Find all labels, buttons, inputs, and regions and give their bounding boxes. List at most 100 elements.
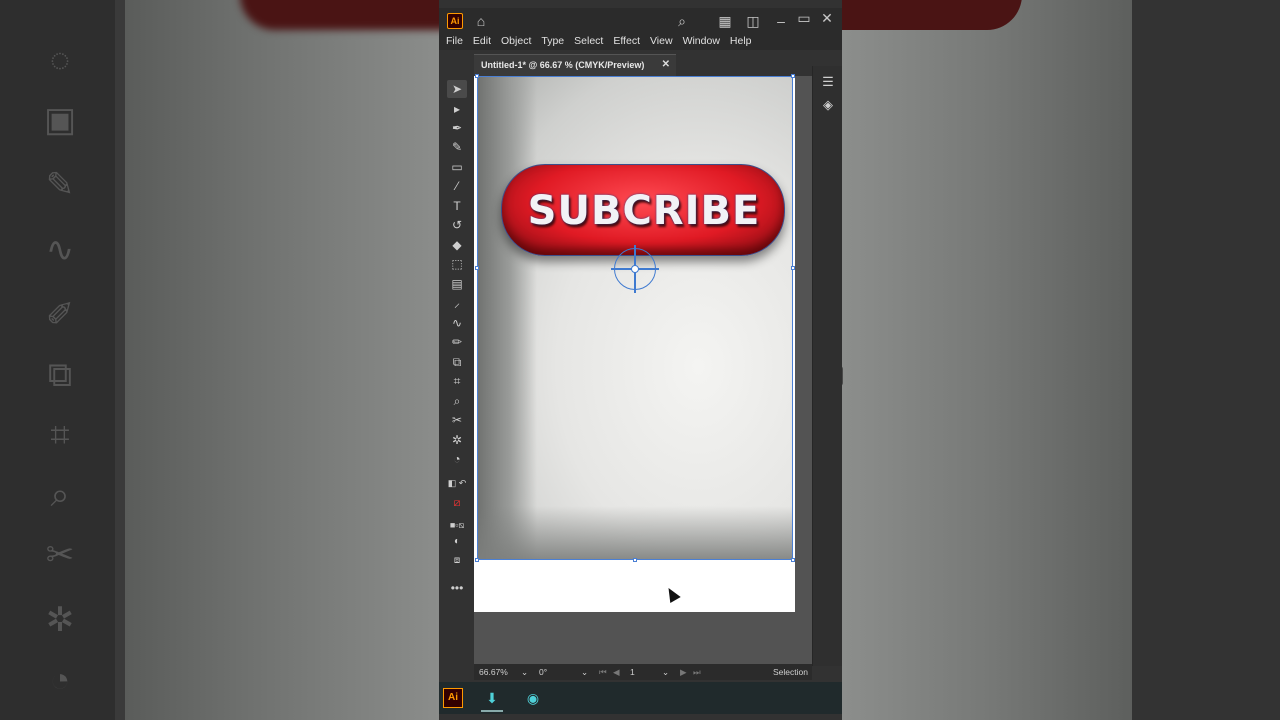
menu-window[interactable]: Window xyxy=(683,34,720,50)
blurred-background-right xyxy=(842,0,1280,720)
canvas-area[interactable]: SUBCRIBE xyxy=(474,74,843,664)
layers-panel-icon[interactable]: ◈ xyxy=(818,95,838,115)
rotation-dropdown-icon[interactable]: ⌄ xyxy=(581,664,588,680)
screen-mode-icon[interactable]: ⧈ xyxy=(447,552,467,570)
previous-artboard-icon[interactable]: ◀ xyxy=(613,664,620,680)
search-icon[interactable]: ⌕ xyxy=(672,11,692,31)
symbol-sprayer-tool-icon[interactable]: ✏ xyxy=(447,333,467,351)
title-bar: Ai ⌂ ⌕ ▦ ◫ – ▭ ✕ xyxy=(439,8,842,34)
center-point-crosshair[interactable] xyxy=(611,245,659,293)
resize-handle-bottom-left[interactable] xyxy=(475,558,479,562)
zoom-level[interactable]: 66.67% xyxy=(479,664,508,680)
zoom-dropdown-icon[interactable]: ⌄ xyxy=(521,664,528,680)
app-logo[interactable]: Ai xyxy=(447,13,463,29)
arrange-documents-icon[interactable]: ▦ xyxy=(715,11,735,31)
blurred-gradient-icon: ▣ xyxy=(43,101,77,139)
pen-tool-icon[interactable]: ✒ xyxy=(447,119,467,137)
paintbrush-tool-icon[interactable]: ⁄ xyxy=(447,177,467,195)
next-artboard-icon[interactable]: ▶ xyxy=(680,664,687,680)
selection-tool-icon[interactable]: ➤ xyxy=(447,80,467,98)
photo-shadow-bottom xyxy=(477,506,793,560)
menu-effect[interactable]: Effect xyxy=(613,34,640,50)
rectangle-tool-icon[interactable]: ▭ xyxy=(447,158,467,176)
blurred-red-shape-right xyxy=(842,0,1022,30)
resize-handle-middle-right[interactable] xyxy=(791,266,795,270)
blend-tool-icon[interactable]: ∿ xyxy=(447,314,467,332)
mouse-cursor-icon xyxy=(663,584,681,604)
eraser-tool-icon[interactable]: ◆ xyxy=(447,236,467,254)
resize-handle-top-left[interactable] xyxy=(475,74,479,78)
illustrator-window: Ai ⌂ ⌕ ▦ ◫ – ▭ ✕ File Edit Object Type S… xyxy=(439,0,843,720)
background-photo[interactable]: SUBCRIBE xyxy=(477,76,793,560)
blurred-background-left: ◌ ▣ ✎ ∿ ✐ ⧉ ⌗ ⌕ ✂ ✲ ◔ xyxy=(0,0,439,720)
resize-handle-bottom-right[interactable] xyxy=(791,558,795,562)
rotation-value[interactable]: 0° xyxy=(539,664,547,680)
blurred-canvas xyxy=(125,0,439,720)
properties-panel-icon[interactable]: ☰ xyxy=(818,72,838,92)
free-transform-tool-icon[interactable]: ⬚ xyxy=(447,255,467,273)
taskbar: Ai ⬇ ◉ xyxy=(439,682,842,714)
slice-tool-icon[interactable]: ✂ xyxy=(447,411,467,429)
subscribe-text: SUBCRIBE xyxy=(527,188,761,234)
taskbar-illustrator-icon[interactable]: Ai xyxy=(443,688,463,708)
blurred-red-shape xyxy=(240,0,439,30)
perspective-grid-tool-icon[interactable]: ✲ xyxy=(447,431,467,449)
live-paint-tool-icon[interactable]: ◔ xyxy=(447,450,467,468)
default-colors-icon[interactable]: ◧ ↶ xyxy=(447,474,467,492)
resize-handle-top-right[interactable] xyxy=(791,74,795,78)
blurred-panel-right xyxy=(1132,0,1280,720)
direct-selection-tool-icon[interactable]: ▸ xyxy=(447,100,467,118)
menu-file[interactable]: File xyxy=(446,34,463,50)
curvature-tool-icon[interactable]: ✎ xyxy=(447,138,467,156)
right-panel-dock: ☰ ◈ xyxy=(812,66,842,666)
tools-panel: ➤ ▸ ✒ ✎ ▭ ⁄ T ↺ ◆ ⬚ ▤ ⸝ ∿ ✏ ⧉ ⌗ ⌕ ✂ ✲ ◔ … xyxy=(443,76,471,606)
crosshair-center xyxy=(631,265,639,273)
maximize-icon[interactable]: ▭ xyxy=(794,8,814,28)
resize-handle-bottom-center[interactable] xyxy=(633,558,637,562)
home-icon[interactable]: ⌂ xyxy=(471,11,491,31)
document-tab-title: Untitled-1* @ 66.67 % (CMYK/Preview) xyxy=(481,60,645,70)
menu-bar: File Edit Object Type Select Effect View… xyxy=(439,34,842,50)
menu-view[interactable]: View xyxy=(650,34,673,50)
blurred-zoom-icon: ⌕ xyxy=(50,476,70,514)
blurred-scissors-icon: ✂ xyxy=(45,536,75,574)
close-icon[interactable]: ✕ xyxy=(817,8,837,28)
menu-help[interactable]: Help xyxy=(730,34,752,50)
artboard-number[interactable]: 1 xyxy=(630,664,635,680)
current-tool-name: Selection xyxy=(773,667,808,677)
menu-type[interactable]: Type xyxy=(541,34,564,50)
taskbar-app-icon[interactable]: ⬇ xyxy=(482,688,502,708)
artboard-dropdown-icon[interactable]: ⌄ xyxy=(662,664,669,680)
menu-edit[interactable]: Edit xyxy=(473,34,491,50)
first-artboard-icon[interactable]: ⏮ xyxy=(599,664,607,680)
tab-close-icon[interactable]: ✕ xyxy=(662,55,670,75)
workspace-icon[interactable]: ◫ xyxy=(743,11,763,31)
status-bar: 66.67% ⌄ 0° ⌄ ⏮ ◀ 1 ⌄ ▶ ⏭ Selection xyxy=(474,664,812,680)
menu-object[interactable]: Object xyxy=(501,34,531,50)
zoom-tool-icon[interactable]: ⌕ xyxy=(447,392,467,410)
type-tool-icon[interactable]: T xyxy=(447,197,467,215)
blurred-eyedropper-icon: ✎ xyxy=(45,166,75,204)
minimize-icon[interactable]: – xyxy=(771,11,791,31)
drawing-mode-icon[interactable]: ◐ xyxy=(447,533,467,551)
blurred-shapes-icon: ⧉ xyxy=(47,356,73,394)
taskbar-recorder-icon[interactable]: ◉ xyxy=(523,688,543,708)
blurred-crop-icon: ⌗ xyxy=(50,416,70,454)
shape-builder-tool-icon[interactable]: ⧉ xyxy=(447,353,467,371)
blurred-brush-icon: ✐ xyxy=(45,296,75,334)
last-artboard-icon[interactable]: ⏭ xyxy=(693,664,701,680)
subscribe-button-art[interactable]: SUBCRIBE xyxy=(501,164,785,256)
blurred-canvas-right xyxy=(842,0,1132,720)
artboard[interactable]: SUBCRIBE xyxy=(474,74,795,612)
color-mode-icons[interactable]: ■▫⧅ xyxy=(447,516,467,534)
artboard-tool-icon[interactable]: ⌗ xyxy=(447,372,467,390)
resize-handle-middle-left[interactable] xyxy=(475,266,479,270)
document-tab[interactable]: Untitled-1* @ 66.67 % (CMYK/Preview) ✕ xyxy=(474,54,676,76)
document-tab-row: Untitled-1* @ 66.67 % (CMYK/Preview) ✕ xyxy=(439,52,842,76)
menu-select[interactable]: Select xyxy=(574,34,603,50)
fill-stroke-swatch[interactable]: ⧄ xyxy=(447,494,467,512)
gradient-tool-icon[interactable]: ▤ xyxy=(447,275,467,293)
eyedropper-tool-icon[interactable]: ⸝ xyxy=(447,294,467,312)
more-tools-icon[interactable]: ••• xyxy=(447,579,467,597)
rotate-tool-icon[interactable]: ↺ xyxy=(447,216,467,234)
